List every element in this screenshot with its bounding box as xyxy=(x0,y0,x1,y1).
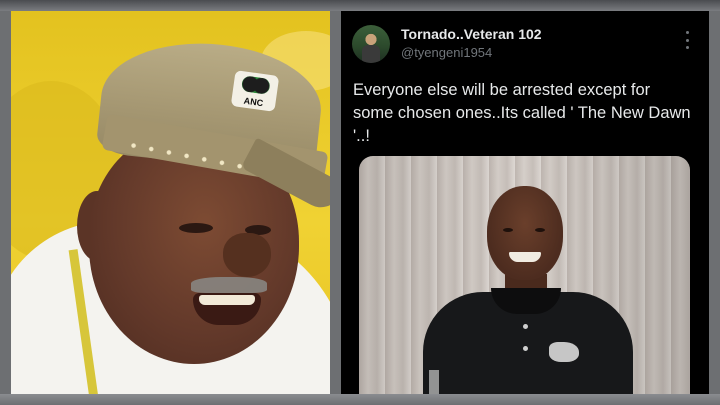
top-frame-border xyxy=(0,0,720,11)
shirt-button xyxy=(523,346,528,351)
photo-smile xyxy=(509,252,541,262)
anc-cap-badge: ANC xyxy=(230,70,280,112)
user-handle[interactable]: @tyengeni1954 xyxy=(401,45,492,60)
sleeve-stripe xyxy=(429,370,439,394)
photo-right-eye xyxy=(535,228,545,232)
tweet-text: Everyone else will be arrested except fo… xyxy=(353,81,691,145)
avatar-figure xyxy=(362,45,380,63)
tweet-card[interactable]: Tornado..Veteran 102 @tyengeni1954 Every… xyxy=(341,11,709,394)
teeth xyxy=(199,295,255,305)
photo-head xyxy=(487,186,563,280)
anc-badge-text: ANC xyxy=(243,95,264,109)
bull-logo-icon xyxy=(549,342,579,362)
left-eye xyxy=(179,223,213,233)
photo-left-eye xyxy=(503,228,513,232)
tweet-media-photo[interactable] xyxy=(359,156,690,394)
avatar[interactable] xyxy=(352,25,390,63)
mustache xyxy=(191,277,267,293)
anc-logo-icon xyxy=(240,75,271,95)
display-name[interactable]: Tornado..Veteran 102 xyxy=(401,26,542,42)
left-photo-man-in-cap: ANC xyxy=(11,11,330,394)
bottom-frame-border xyxy=(0,394,720,405)
nose xyxy=(223,233,271,277)
shirt-button xyxy=(523,324,528,329)
more-vertical-icon[interactable] xyxy=(677,31,697,49)
